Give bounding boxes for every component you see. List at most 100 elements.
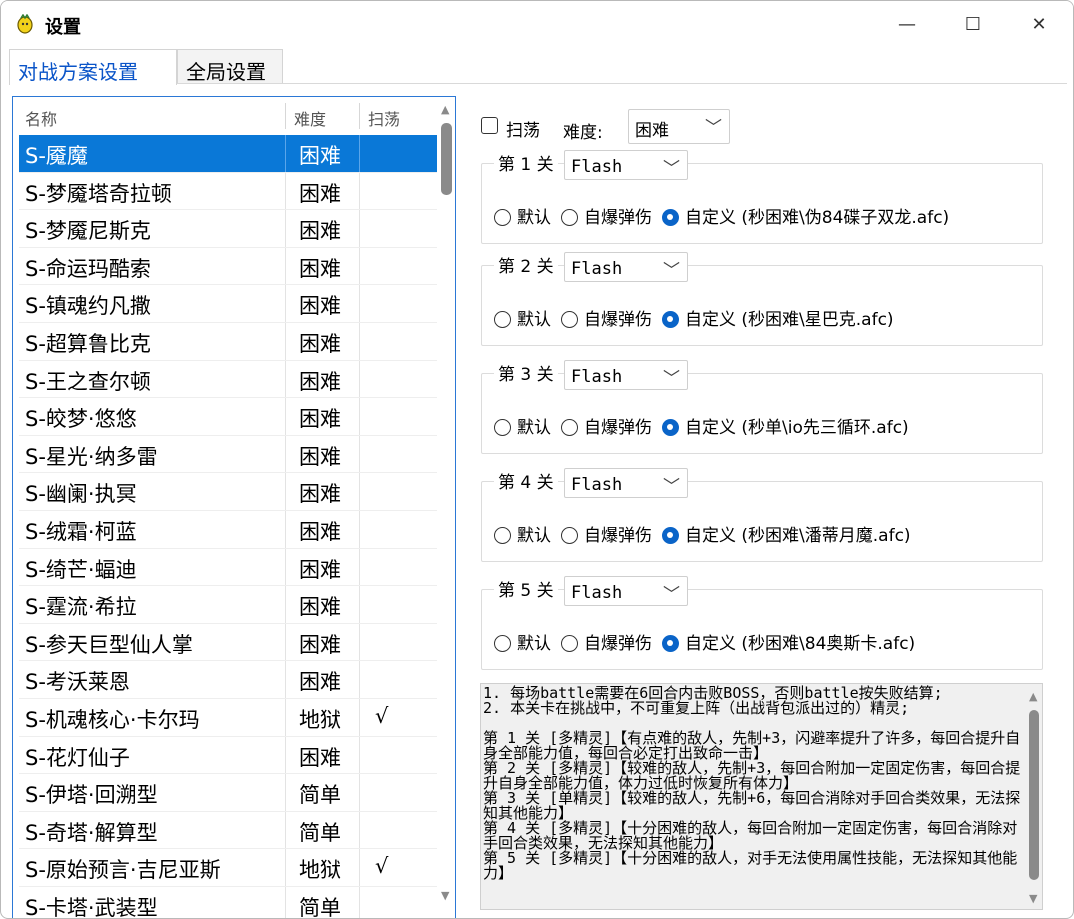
list-scrollbar[interactable]: ▲ ▼: [437, 97, 455, 918]
scroll-down-arrow-icon[interactable]: ▼: [441, 889, 449, 902]
row-name: S-幽阑·执冥: [25, 482, 137, 507]
tab-battle-plan[interactable]: 对战方案设置: [9, 49, 177, 85]
list-row[interactable]: S-镇魂约凡撒 困难: [19, 285, 437, 324]
radio-default[interactable]: 默认: [494, 305, 551, 330]
column-divider: [359, 511, 360, 549]
row-difficulty: 困难: [299, 482, 341, 507]
list-row[interactable]: S-梦魇尼斯克 困难: [19, 210, 437, 249]
list-row[interactable]: S-梦魇塔奇拉顿 困难: [19, 172, 437, 211]
chevron-down-icon: ﹀: [663, 261, 680, 281]
list-row[interactable]: S-皎梦·悠悠 困难: [19, 398, 437, 437]
header-difficulty[interactable]: 难度: [294, 106, 326, 130]
header-sweep[interactable]: 扫荡: [368, 106, 400, 130]
stage-group: 第 3 关 Flash ﹀ 默认 自爆弹伤 自定义 (秒单\io先三循环.afc): [481, 360, 1043, 454]
list-row[interactable]: S-机魂核心·卡尔玛 地狱 √: [19, 699, 437, 737]
maximize-button[interactable]: ☐: [943, 1, 1003, 47]
row-difficulty: 简单: [299, 783, 341, 808]
radio-self-destruct-label: 自爆弹伤: [584, 208, 652, 228]
column-divider: [285, 435, 286, 474]
stage-mode-select[interactable]: Flash ﹀: [564, 252, 688, 282]
row-difficulty: 地狱: [299, 708, 341, 732]
list-row[interactable]: S-幽阑·执冥 困难: [19, 473, 437, 512]
chevron-down-icon: ﹀: [663, 585, 680, 605]
stage-mode-select[interactable]: Flash ﹀: [564, 360, 688, 390]
list-row[interactable]: S-霆流·希拉 困难: [19, 586, 437, 625]
plan-list[interactable]: 名称 难度 扫荡 S-魇魔 困难 S-梦魇塔奇拉顿 困难 S-梦魇尼斯克 困难 S-命运玛酷…: [12, 96, 456, 918]
notes-box[interactable]: 1. 每场battle需要在6回合内击败BOSS，否则battle按失败结算; …: [480, 683, 1043, 910]
minimize-button[interactable]: —: [877, 1, 937, 47]
radio-self-destruct[interactable]: 自爆弹伤: [561, 413, 652, 438]
radio-self-destruct[interactable]: 自爆弹伤: [561, 521, 652, 546]
radio-custom[interactable]: 自定义 (秒单\io先三循环.afc): [662, 413, 909, 438]
radio-custom[interactable]: 自定义 (秒困难\潘蒂月魔.afc): [662, 521, 911, 546]
radio-circle-icon[interactable]: [561, 419, 578, 436]
stage-mode-select[interactable]: Flash ﹀: [564, 576, 688, 606]
radio-self-destruct-label: 自爆弹伤: [584, 634, 652, 654]
radio-circle-icon[interactable]: [561, 209, 578, 226]
radio-circle-icon[interactable]: [561, 527, 578, 544]
radio-default[interactable]: 默认: [494, 203, 551, 228]
difficulty-select[interactable]: 困难 ﹀: [628, 109, 730, 144]
radio-custom[interactable]: 自定义 (秒困难\星巴克.afc): [662, 305, 894, 330]
scroll-up-arrow-icon[interactable]: ▲: [441, 103, 449, 116]
chevron-down-icon: ﹀: [705, 118, 722, 138]
header-name[interactable]: 名称: [25, 106, 57, 130]
tab-global-settings[interactable]: 全局设置: [177, 49, 283, 84]
list-row[interactable]: S-参天巨型仙人掌 困难: [19, 623, 437, 662]
notes-scrollbar[interactable]: ▲ ▼: [1025, 684, 1042, 909]
list-row[interactable]: S-绮芒·蝠迪 困难: [19, 548, 437, 587]
radio-circle-icon[interactable]: [662, 527, 679, 544]
stage-mode-select[interactable]: Flash ﹀: [564, 468, 688, 498]
radio-self-destruct[interactable]: 自爆弹伤: [561, 629, 652, 654]
column-divider: [359, 849, 360, 888]
radio-circle-icon[interactable]: [494, 635, 511, 652]
list-row[interactable]: S-命运玛酷索 困难: [19, 247, 437, 286]
sweep-checkbox[interactable]: [481, 117, 498, 134]
radio-self-destruct[interactable]: 自爆弹伤: [561, 305, 652, 330]
title-bar[interactable]: 设置 — ☐ ✕: [1, 1, 1073, 47]
scroll-down-arrow-icon[interactable]: ▼: [1029, 892, 1037, 905]
radio-self-destruct[interactable]: 自爆弹伤: [561, 203, 652, 228]
radio-default-label: 默认: [517, 526, 551, 546]
radio-circle-icon[interactable]: [662, 419, 679, 436]
column-divider: [285, 473, 286, 512]
list-row[interactable]: S-魇魔 困难: [19, 135, 437, 173]
radio-default[interactable]: 默认: [494, 521, 551, 546]
radio-default-label: 默认: [517, 418, 551, 438]
row-difficulty: 困难: [299, 520, 341, 544]
scroll-up-arrow-icon[interactable]: ▲: [1029, 690, 1037, 703]
list-row[interactable]: S-考沃莱恩 困难: [19, 661, 437, 700]
radio-circle-icon[interactable]: [561, 311, 578, 328]
list-row[interactable]: S-花灯仙子 困难: [19, 736, 437, 775]
radio-circle-icon[interactable]: [662, 209, 679, 226]
column-divider: [285, 323, 286, 361]
radio-circle-icon[interactable]: [494, 527, 511, 544]
list-row[interactable]: S-伊塔·回溯型 简单: [19, 774, 437, 813]
column-divider: [285, 623, 286, 662]
stage-script-name: (秒困难\84奥斯卡.afc): [741, 634, 916, 654]
list-row[interactable]: S-原始预言·吉尼亚斯 地狱 √: [19, 849, 437, 888]
stage-mode-value: Flash: [571, 157, 623, 177]
radio-circle-icon[interactable]: [561, 635, 578, 652]
list-scroll-thumb[interactable]: [441, 123, 452, 195]
radio-default[interactable]: 默认: [494, 413, 551, 438]
list-row[interactable]: S-卡塔·武装型 简单: [19, 887, 437, 918]
radio-circle-icon[interactable]: [494, 311, 511, 328]
radio-custom[interactable]: 自定义 (秒困难\84奥斯卡.afc): [662, 629, 915, 654]
radio-circle-icon[interactable]: [494, 419, 511, 436]
close-button[interactable]: ✕: [1009, 1, 1069, 47]
list-row[interactable]: S-绒霜·柯蓝 困难: [19, 511, 437, 549]
radio-circle-icon[interactable]: [662, 635, 679, 652]
radio-default[interactable]: 默认: [494, 629, 551, 654]
row-name: S-奇塔·解算型: [25, 820, 158, 845]
list-row[interactable]: S-超算鲁比克 困难: [19, 323, 437, 361]
radio-circle-icon[interactable]: [494, 209, 511, 226]
column-divider: [285, 548, 286, 587]
radio-circle-icon[interactable]: [662, 311, 679, 328]
list-row[interactable]: S-王之查尔顿 困难: [19, 360, 437, 399]
stage-mode-select[interactable]: Flash ﹀: [564, 150, 688, 180]
notes-scroll-thumb[interactable]: [1029, 710, 1039, 880]
list-row[interactable]: S-星光·纳多雷 困难: [19, 435, 437, 474]
list-row[interactable]: S-奇塔·解算型 简单: [19, 811, 437, 850]
radio-custom[interactable]: 自定义 (秒困难\伪84碟子双龙.afc): [662, 203, 949, 228]
